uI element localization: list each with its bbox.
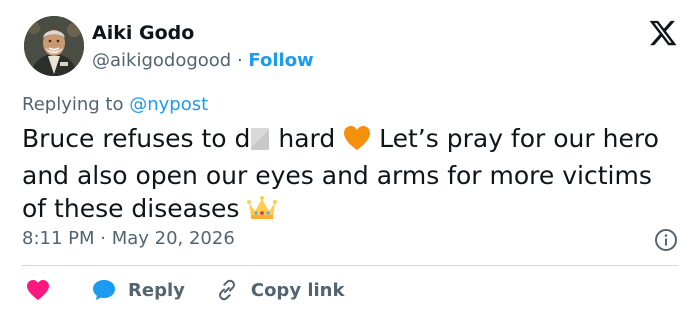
- tweet-text-part1: Bruce refuses to d: [22, 124, 251, 153]
- follow-button[interactable]: Follow: [248, 50, 313, 71]
- divider: [22, 265, 678, 266]
- replying-to: Replying to @nypost: [22, 94, 208, 115]
- reply-button[interactable]: Reply: [92, 279, 185, 301]
- tweet-text: Bruce refuses to d hard Let’s pray for o…: [22, 122, 672, 229]
- reply-bubble-icon: [93, 280, 115, 300]
- actions-bar: Reply Copy link: [26, 278, 344, 302]
- tweet-timestamp[interactable]: 8:11 PM · May 20, 2026: [22, 228, 235, 249]
- avatar[interactable]: [24, 16, 84, 76]
- replying-mention[interactable]: @nypost: [129, 94, 208, 115]
- censored-block: [251, 128, 270, 150]
- tweet-text-part2: hard: [270, 124, 344, 153]
- like-button[interactable]: [26, 279, 50, 301]
- orange-heart-icon: [343, 125, 371, 159]
- x-logo-icon[interactable]: [648, 18, 678, 48]
- heart-icon: [27, 280, 49, 300]
- copy-link-label: Copy link: [250, 279, 345, 301]
- copy-link-button[interactable]: Copy link: [215, 278, 345, 302]
- link-icon: [218, 279, 235, 301]
- handle-line: @aikigodogood · Follow: [92, 50, 314, 71]
- user-handle[interactable]: @aikigodogood: [92, 50, 231, 71]
- crown-icon: [247, 195, 278, 229]
- avatar-image: [24, 16, 84, 76]
- user-name[interactable]: Aiki Godo: [92, 22, 194, 44]
- reply-label: Reply: [128, 279, 185, 301]
- info-icon[interactable]: [654, 228, 678, 252]
- replying-prefix: Replying to: [22, 94, 124, 115]
- separator-dot: ·: [236, 50, 243, 71]
